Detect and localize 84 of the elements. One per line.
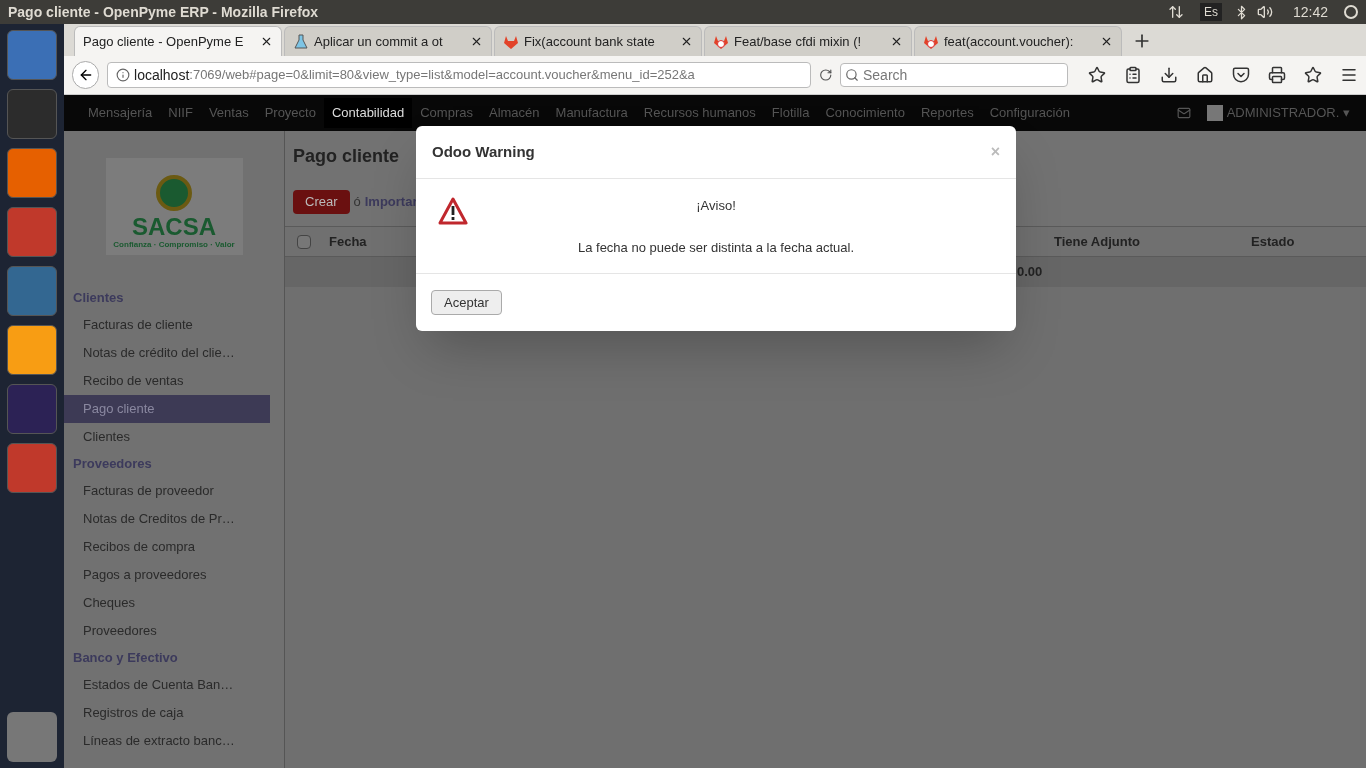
menu-item[interactable]: Almacén <box>481 98 548 128</box>
network-icon[interactable] <box>1167 4 1184 20</box>
sidebar-item[interactable]: Notas de Creditos de Pr… <box>64 505 270 533</box>
menu-item[interactable]: Proyecto <box>256 98 324 128</box>
column-header[interactable]: Tiene Adjunto <box>1054 231 1251 252</box>
menu-item[interactable]: Contabilidad <box>323 98 413 128</box>
logo-name: SACSA <box>132 215 216 239</box>
browser-tab[interactable]: feat(account.voucher): <box>914 26 1122 56</box>
sidebar-item[interactable]: Clientes <box>64 423 270 451</box>
dialog-message: La fecha no puede ser distinta a la fecha actual. <box>577 238 855 257</box>
menu-item[interactable]: Recursos humanos <box>635 98 764 128</box>
sidebar-item[interactable]: Recibo de ventas <box>64 367 270 395</box>
column-header[interactable]: Estado <box>1251 231 1295 252</box>
window-title: Pago cliente - OpenPyme ERP - Mozilla Firefox <box>8 2 320 22</box>
home-icon[interactable] <box>1196 66 1214 84</box>
sidebar-item[interactable]: Pago cliente <box>64 395 270 423</box>
warning-icon <box>438 197 468 225</box>
clipboard-icon[interactable] <box>1124 66 1142 84</box>
flask-icon <box>293 33 309 50</box>
sidebar-item[interactable]: Líneas de extracto banc… <box>64 727 270 755</box>
sidebar-item[interactable]: Recibos de compra <box>64 533 270 561</box>
menu-item[interactable]: Mensajería <box>80 98 161 128</box>
sidebar-item[interactable]: Estados de Cuenta Ban… <box>64 671 270 699</box>
info-icon[interactable] <box>116 68 131 82</box>
browser-tab[interactable]: Aplicar un commit a ot <box>284 26 492 56</box>
page-title: Pago cliente <box>293 145 400 168</box>
browser-tab[interactable]: Fix(account bank state <box>494 26 702 56</box>
sidebar-item[interactable]: Registros de caja <box>64 699 270 727</box>
close-icon[interactable] <box>260 35 273 48</box>
url-path: :7069/web#page=0&limit=80&view_type=list&model=account.voucher&menu_id=252&a <box>189 66 695 85</box>
close-icon[interactable] <box>1100 35 1113 48</box>
section-heading: Proveedores <box>72 455 153 474</box>
close-button[interactable]: × <box>990 140 1000 164</box>
clock[interactable]: 12:42 <box>1292 1 1328 23</box>
menu-item[interactable]: Configuración <box>981 98 1078 128</box>
checkbox[interactable] <box>297 234 311 249</box>
menu-item[interactable]: Manufactura <box>547 98 636 128</box>
download-icon[interactable] <box>1160 66 1178 84</box>
menu-icon[interactable] <box>1340 66 1358 84</box>
menu-item[interactable]: Ventas <box>200 98 257 128</box>
sidebar-item[interactable]: Notas de crédito del clie… <box>64 339 270 367</box>
import-link[interactable]: Importar <box>364 192 418 212</box>
tab-title: Fix(account bank state <box>524 32 656 51</box>
pocket-icon[interactable] <box>1232 66 1250 84</box>
close-icon[interactable] <box>680 35 693 48</box>
create-button[interactable]: Crear <box>293 190 350 214</box>
back-button[interactable] <box>72 61 100 89</box>
bookmark-icon[interactable] <box>1088 66 1106 84</box>
menu-item[interactable]: Conocimiento <box>817 98 913 128</box>
reload-icon[interactable] <box>818 68 832 82</box>
sidebar-item[interactable]: Facturas de proveedor <box>64 477 270 505</box>
menu-item[interactable]: Reportes <box>912 98 982 128</box>
sidebar-item[interactable]: Facturas de cliente <box>64 311 270 339</box>
logo-tagline: Confianza · Compromiso · Valor <box>113 239 235 251</box>
keyboard-indicator[interactable]: Es <box>1199 3 1222 21</box>
search-field[interactable]: Search <box>840 63 1068 87</box>
tab-title: Aplicar un commit a ot <box>314 32 444 51</box>
total-value: 0.00 <box>1017 263 1043 282</box>
sidebar-item[interactable]: Cheques <box>64 589 270 617</box>
url-host: localhost <box>134 65 190 85</box>
sidebar-item[interactable]: Proveedores <box>64 617 270 645</box>
mail-icon[interactable] <box>1176 106 1191 120</box>
menu-item[interactable]: Compras <box>412 98 481 128</box>
or-text: ó <box>353 193 361 212</box>
tab-title: Pago cliente - OpenPyme E <box>83 32 245 51</box>
avatar <box>1206 105 1223 121</box>
close-icon[interactable] <box>890 35 903 48</box>
browser-tab[interactable]: Pago cliente - OpenPyme E <box>74 26 282 56</box>
url-field[interactable]: localhost:7069/web#page=0&limit=80&view_type=list&model=account.voucher&menu_id=252&a <box>107 62 811 88</box>
printer-icon[interactable] <box>1268 66 1286 84</box>
dialog-title: Odoo Warning <box>432 141 536 162</box>
volume-icon[interactable] <box>1256 4 1273 20</box>
tab-title: Feat/base cfdi mixin (! <box>734 32 863 51</box>
search-icon <box>845 68 859 82</box>
browser-tab[interactable]: Feat/base cfdi mixin (! <box>704 26 912 56</box>
menu-item[interactable]: Flotilla <box>763 98 818 128</box>
sidebar-item[interactable]: Pagos a proveedores <box>64 561 270 589</box>
tab-title: feat(account.voucher): <box>944 32 1075 51</box>
accept-button[interactable]: Aceptar <box>431 290 502 315</box>
dialog-heading: ¡Aviso! <box>696 197 736 215</box>
user-menu[interactable]: ADMINISTRADOR. ▾ <box>1226 103 1350 123</box>
close-icon[interactable] <box>470 35 483 48</box>
menu-item[interactable]: NIIF <box>160 98 201 128</box>
power-icon[interactable] <box>1344 5 1358 19</box>
